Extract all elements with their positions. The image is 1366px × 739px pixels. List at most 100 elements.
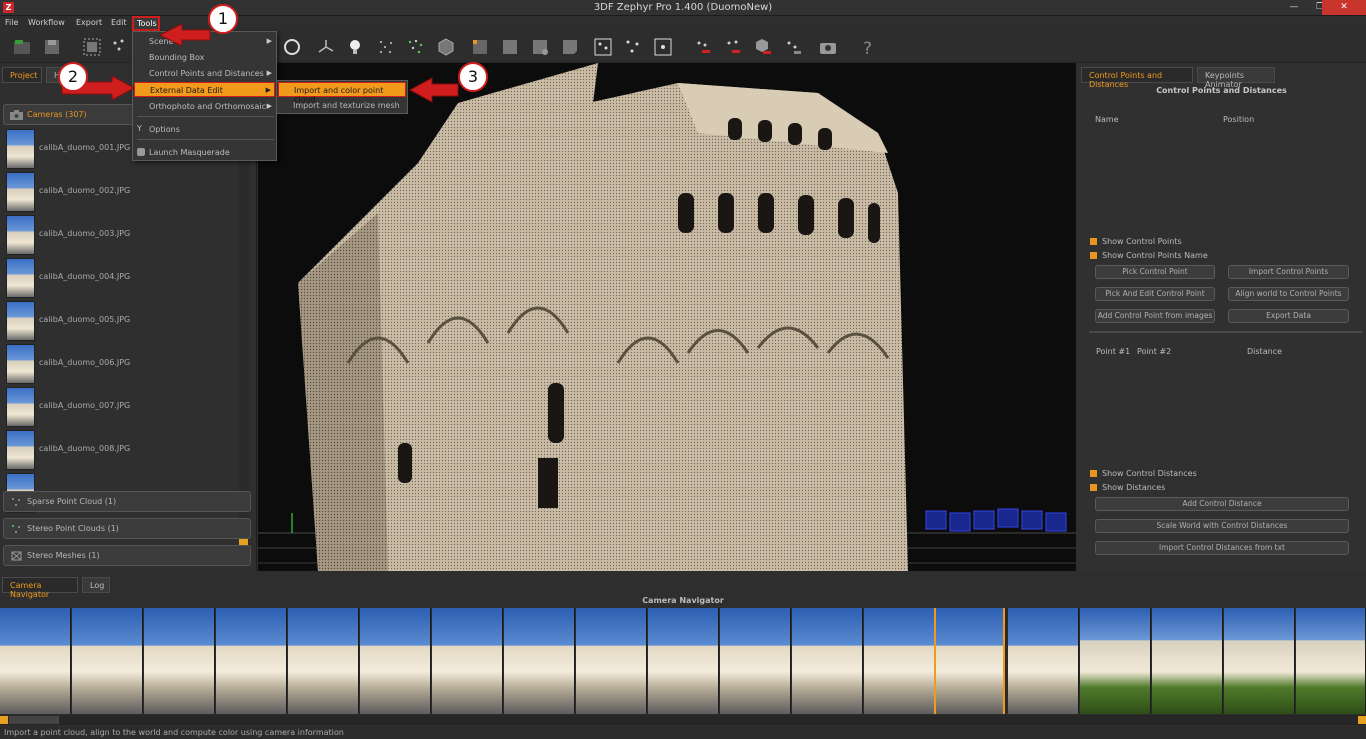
camera-list-scrollbar[interactable] bbox=[239, 127, 249, 547]
camera-frame[interactable] bbox=[1008, 608, 1079, 714]
camera-frame[interactable] bbox=[72, 608, 143, 714]
camera-frame[interactable] bbox=[1224, 608, 1295, 714]
show-control-points-checkbox[interactable]: Show Control Points bbox=[1090, 237, 1182, 246]
camera-frame[interactable] bbox=[216, 608, 287, 714]
camera-frame[interactable] bbox=[1296, 608, 1366, 714]
import-control-points-button[interactable]: Import Control Points bbox=[1228, 265, 1349, 279]
camera-frame[interactable] bbox=[864, 608, 935, 714]
scale-world-button[interactable]: Scale World with Control Distances bbox=[1095, 519, 1349, 533]
filter-points-icon[interactable] bbox=[593, 37, 613, 57]
submenu-arrow-icon: ▶ bbox=[266, 37, 272, 45]
stereo-meshes-section[interactable]: Stereo Meshes (1) bbox=[3, 545, 251, 566]
mesh-cube-icon[interactable] bbox=[436, 37, 456, 57]
tab-control-points[interactable]: Control Points and Distances bbox=[1081, 67, 1193, 89]
sparse-cloud-icon[interactable] bbox=[376, 37, 396, 57]
menu-item-options[interactable]: Y Options bbox=[134, 122, 275, 137]
camera-frame[interactable] bbox=[288, 608, 359, 714]
screenshot-camera-icon[interactable] bbox=[818, 37, 838, 57]
camera-icon bbox=[10, 109, 23, 121]
sparse-cloud-section[interactable]: Sparse Point Cloud (1) bbox=[3, 491, 251, 512]
remove-mesh-icon[interactable] bbox=[753, 37, 773, 57]
box-circle-icon[interactable] bbox=[530, 37, 550, 57]
light-bulb-icon[interactable] bbox=[345, 37, 365, 57]
filmstrip-scrollbar[interactable] bbox=[0, 715, 1366, 725]
3d-viewport[interactable] bbox=[258, 63, 1076, 571]
menu-item-control-points[interactable]: Control Points and Distances ▶ bbox=[134, 66, 275, 81]
menu-item-launch-masquerade[interactable]: Launch Masquerade bbox=[134, 145, 275, 160]
title-bar: Z 3DF Zephyr Pro 1.400 (DuomoNew) — ❐ ✕ bbox=[0, 0, 1366, 16]
align-world-button[interactable]: Align world to Control Points bbox=[1228, 287, 1349, 301]
list-item[interactable]: calibA_duomo_004.JPG bbox=[3, 256, 237, 299]
tab-keypoints-animator[interactable]: Keypoints Animator bbox=[1197, 67, 1275, 89]
list-item[interactable]: calibA_duomo_003.JPG bbox=[3, 213, 237, 256]
filter-points-2-icon[interactable] bbox=[623, 37, 643, 57]
list-item[interactable]: calibA_duomo_008.JPG bbox=[3, 428, 237, 471]
menu-tools[interactable]: Tools bbox=[132, 16, 160, 31]
camera-frame[interactable] bbox=[1080, 608, 1151, 714]
camera-list[interactable]: calibA_duomo_001.JPG calibA_duomo_002.JP… bbox=[3, 127, 237, 538]
pick-control-point-button[interactable]: Pick Control Point bbox=[1095, 265, 1215, 279]
filter-points-3-icon[interactable] bbox=[653, 37, 673, 57]
stereo-clouds-section[interactable]: Stereo Point Clouds (1) bbox=[3, 518, 251, 539]
list-item[interactable]: calibA_duomo_006.JPG bbox=[3, 342, 237, 385]
scroll-right-arrow-icon[interactable] bbox=[1358, 716, 1366, 724]
list-item[interactable]: calibA_duomo_002.JPG bbox=[3, 170, 237, 213]
camera-thumbnail bbox=[6, 258, 35, 298]
remove-points-2-icon[interactable] bbox=[723, 37, 743, 57]
camera-frame[interactable] bbox=[360, 608, 431, 714]
add-control-distance-button[interactable]: Add Control Distance bbox=[1095, 497, 1349, 511]
camera-frame-selected[interactable] bbox=[934, 608, 1005, 714]
camera-frame[interactable] bbox=[432, 608, 503, 714]
camera-frame[interactable] bbox=[648, 608, 719, 714]
tab-project[interactable]: Project bbox=[2, 67, 42, 83]
points-select-icon[interactable] bbox=[110, 37, 130, 57]
scroll-thumb[interactable] bbox=[9, 716, 59, 724]
save-icon[interactable] bbox=[42, 37, 62, 57]
import-distances-button[interactable]: Import Control Distances from txt bbox=[1095, 541, 1349, 555]
show-distances-checkbox[interactable]: Show Distances bbox=[1090, 483, 1165, 492]
selection-grid-icon[interactable] bbox=[82, 37, 102, 57]
dense-cloud-icon[interactable] bbox=[406, 37, 426, 57]
tab-camera-navigator[interactable]: Camera Navigator bbox=[2, 577, 78, 599]
add-cp-from-images-button[interactable]: Add Control Point from images bbox=[1095, 309, 1215, 323]
box-corner-icon[interactable] bbox=[560, 37, 580, 57]
menu-file[interactable]: File bbox=[5, 18, 18, 27]
menu-export[interactable]: Export bbox=[76, 18, 102, 27]
camera-frame[interactable] bbox=[792, 608, 863, 714]
camera-frame[interactable] bbox=[504, 608, 575, 714]
box-select-icon[interactable] bbox=[500, 37, 520, 57]
list-item[interactable]: calibA_duomo_005.JPG bbox=[3, 299, 237, 342]
menu-edit[interactable]: Edit bbox=[111, 18, 127, 27]
menu-item-import-color-point-cloud[interactable]: Import and color point cloud bbox=[278, 82, 406, 104]
camera-frame[interactable] bbox=[144, 608, 215, 714]
pick-and-edit-button[interactable]: Pick And Edit Control Point bbox=[1095, 287, 1215, 301]
remove-points-3-icon[interactable] bbox=[783, 37, 803, 57]
camera-frame[interactable] bbox=[0, 608, 71, 714]
camera-frame[interactable] bbox=[1152, 608, 1223, 714]
minimize-button[interactable]: — bbox=[1281, 0, 1307, 15]
camera-select-icon[interactable] bbox=[470, 37, 490, 57]
camera-filmstrip[interactable] bbox=[0, 608, 1366, 714]
show-control-points-name-checkbox[interactable]: Show Control Points Name bbox=[1090, 251, 1208, 260]
tab-log[interactable]: Log bbox=[82, 577, 110, 593]
export-data-button[interactable]: Export Data bbox=[1228, 309, 1349, 323]
menu-item-scene[interactable]: Scene ▶ bbox=[134, 34, 275, 49]
menu-separator bbox=[137, 139, 274, 140]
new-project-icon[interactable] bbox=[12, 37, 32, 57]
stereo-clouds-label: Stereo Point Clouds (1) bbox=[27, 524, 119, 533]
menu-item-bounding-box[interactable]: Bounding Box bbox=[134, 50, 275, 65]
list-item[interactable]: calibA_duomo_007.JPG bbox=[3, 385, 237, 428]
remove-points-icon[interactable] bbox=[693, 37, 713, 57]
menu-item-external-data-edit[interactable]: External Data Edit ▶ bbox=[134, 82, 275, 97]
menu-item-import-texturize-mesh[interactable]: Import and texturize mesh bbox=[278, 98, 406, 113]
help-icon[interactable]: ? bbox=[858, 37, 878, 59]
show-control-distances-checkbox[interactable]: Show Control Distances bbox=[1090, 469, 1197, 478]
menu-item-orthophoto[interactable]: Orthophoto and Orthomosaic ▶ bbox=[134, 99, 275, 114]
rotate-orbit-icon[interactable] bbox=[282, 37, 302, 57]
camera-frame[interactable] bbox=[720, 608, 791, 714]
camera-frame[interactable] bbox=[576, 608, 647, 714]
axis-icon[interactable] bbox=[316, 37, 336, 57]
close-button[interactable]: ✕ bbox=[1322, 0, 1366, 15]
scroll-left-arrow-icon[interactable] bbox=[0, 716, 8, 724]
menu-workflow[interactable]: Workflow bbox=[28, 18, 65, 27]
